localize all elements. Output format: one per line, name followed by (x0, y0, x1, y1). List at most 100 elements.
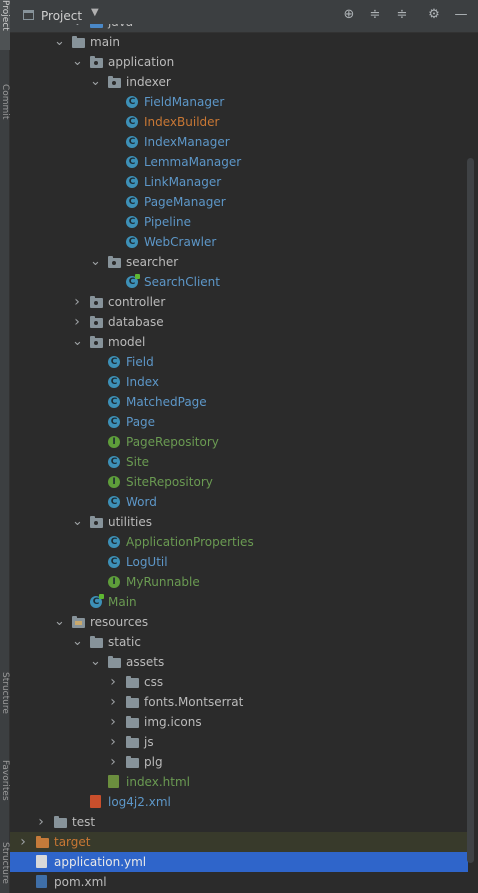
tree-row[interactable]: ⌄ java (10, 24, 468, 32)
package-icon (90, 336, 103, 348)
tree-item-label: SiteRepository (126, 475, 213, 489)
tree-row[interactable]: ⌄ utilities (10, 512, 468, 532)
tree-row[interactable]: I PageRepository (10, 432, 468, 452)
tree-row[interactable]: › database (10, 312, 468, 332)
tree-row[interactable]: ⌄ main (10, 32, 468, 52)
chevron-down-icon[interactable]: ⌄ (72, 52, 83, 72)
tree-item-label: controller (108, 295, 166, 309)
tree-item-label: application (108, 55, 175, 69)
tree-row[interactable]: application.yml (10, 852, 468, 872)
tree-row[interactable]: ⌄ resources (10, 612, 468, 632)
chevron-right-icon[interactable]: › (108, 752, 118, 772)
gear-icon[interactable]: ⚙ (426, 7, 442, 23)
tree-row[interactable]: ⌄ assets (10, 652, 468, 672)
tree-row[interactable]: C ApplicationProperties (10, 532, 468, 552)
tree-row[interactable]: ⌄ static (10, 632, 468, 652)
tab-commit[interactable]: Commit (0, 84, 10, 140)
tree-row[interactable]: index.html (10, 772, 468, 792)
tree-item-label: test (72, 815, 96, 829)
chevron-right-icon[interactable]: › (72, 292, 82, 312)
tree-row[interactable]: C FieldManager (10, 92, 468, 112)
tree-item-label: database (108, 315, 164, 329)
tree-row[interactable]: C Page (10, 412, 468, 432)
tree-row[interactable]: C MatchedPage (10, 392, 468, 412)
tree-row[interactable]: › img.icons (10, 712, 468, 732)
tab-favorites[interactable]: Favorites (0, 760, 10, 824)
folder-icon (126, 736, 139, 748)
tree-row[interactable]: ⌄ model (10, 332, 468, 352)
project-tree[interactable]: ⌄ java ⌄ main ⌄ application ⌄ indexer C FieldMana… (10, 24, 468, 893)
tree-row[interactable]: C Pipeline (10, 212, 468, 232)
tab-project[interactable]: Project (0, 0, 10, 50)
tree-item-label: utilities (108, 515, 152, 529)
chevron-down-icon[interactable]: ⌄ (90, 252, 101, 272)
chevron-down-icon[interactable]: ⌄ (54, 32, 65, 52)
tree-row[interactable]: ⌄ application (10, 52, 468, 72)
class-icon: C (126, 156, 138, 168)
tree-row[interactable]: › fonts.Montserrat (10, 692, 468, 712)
chevron-down-icon[interactable]: ⌄ (72, 332, 83, 352)
collapse-all-icon[interactable]: ≑ (394, 7, 410, 23)
chevron-right-icon[interactable]: › (72, 312, 82, 332)
tree-row[interactable]: C LogUtil (10, 552, 468, 572)
resources-folder-icon (72, 616, 85, 628)
tree-row[interactable]: C PageManager (10, 192, 468, 212)
chevron-right-icon[interactable]: › (108, 692, 118, 712)
tree-row[interactable]: › target (10, 832, 468, 852)
chevron-right-icon[interactable]: › (108, 732, 118, 752)
tree-item-label: PageRepository (126, 435, 219, 449)
class-icon: C (108, 396, 120, 408)
vertical-scrollbar[interactable] (467, 158, 474, 863)
tree-row[interactable]: C Index (10, 372, 468, 392)
package-icon (90, 516, 103, 528)
chevron-down-icon[interactable]: ▼ (91, 7, 99, 18)
tree-row[interactable]: C LemmaManager (10, 152, 468, 172)
chevron-down-icon[interactable]: ⌄ (72, 24, 83, 32)
folder-icon (126, 756, 139, 768)
minimize-icon[interactable]: — (453, 7, 469, 23)
tree-row[interactable]: › plg (10, 752, 468, 772)
chevron-down-icon[interactable]: ⌄ (72, 632, 83, 652)
tree-row[interactable]: › test (10, 812, 468, 832)
tree-row[interactable]: C Word (10, 492, 468, 512)
tab-structure[interactable]: Structure (0, 672, 10, 742)
tree-item-label: indexer (126, 75, 171, 89)
chevron-down-icon[interactable]: ⌄ (72, 512, 83, 532)
chevron-right-icon[interactable]: › (108, 712, 118, 732)
tree-row[interactable]: C Site (10, 452, 468, 472)
tree-row[interactable]: I SiteRepository (10, 472, 468, 492)
tree-row[interactable]: C IndexManager (10, 132, 468, 152)
tree-item-label: LogUtil (126, 555, 168, 569)
tree-row[interactable]: pom.xml (10, 872, 468, 892)
chevron-down-icon[interactable]: ⌄ (54, 612, 65, 632)
tree-row[interactable]: ⌄ indexer (10, 72, 468, 92)
tree-row[interactable]: › css (10, 672, 468, 692)
chevron-right-icon[interactable]: › (108, 672, 118, 692)
html-file-icon (108, 775, 119, 788)
expand-all-icon[interactable]: ≑ (367, 7, 383, 23)
chevron-right-icon[interactable]: › (18, 832, 28, 852)
tree-row[interactable]: ⌄ searcher (10, 252, 468, 272)
locate-icon[interactable]: ⊕ (341, 7, 357, 23)
tree-row[interactable]: C Main (10, 592, 468, 612)
tree-row[interactable]: I MyRunnable (10, 572, 468, 592)
chevron-down-icon[interactable]: ⌄ (90, 72, 101, 92)
tree-row[interactable]: C Field (10, 352, 468, 372)
chevron-down-icon[interactable]: ⌄ (90, 652, 101, 672)
folder-icon (54, 816, 67, 828)
project-view-title[interactable]: Project (41, 9, 82, 23)
tree-row[interactable]: › controller (10, 292, 468, 312)
xml-file-icon (90, 795, 101, 808)
tree-row[interactable]: › js (10, 732, 468, 752)
chevron-right-icon[interactable]: › (36, 812, 46, 832)
tree-row[interactable]: C SearchClient (10, 272, 468, 292)
tab-structure-bottom[interactable]: Structure (0, 842, 10, 892)
tree-row[interactable]: C WebCrawler (10, 232, 468, 252)
tree-row[interactable]: log4j2.xml (10, 792, 468, 812)
tree-item-label: main (90, 35, 120, 49)
tree-item-label: pom.xml (54, 875, 107, 889)
class-icon: C (126, 96, 138, 108)
tree-row[interactable]: C IndexBuilder (10, 112, 468, 132)
tree-row[interactable]: C LinkManager (10, 172, 468, 192)
tree-item-label: MyRunnable (126, 575, 200, 589)
